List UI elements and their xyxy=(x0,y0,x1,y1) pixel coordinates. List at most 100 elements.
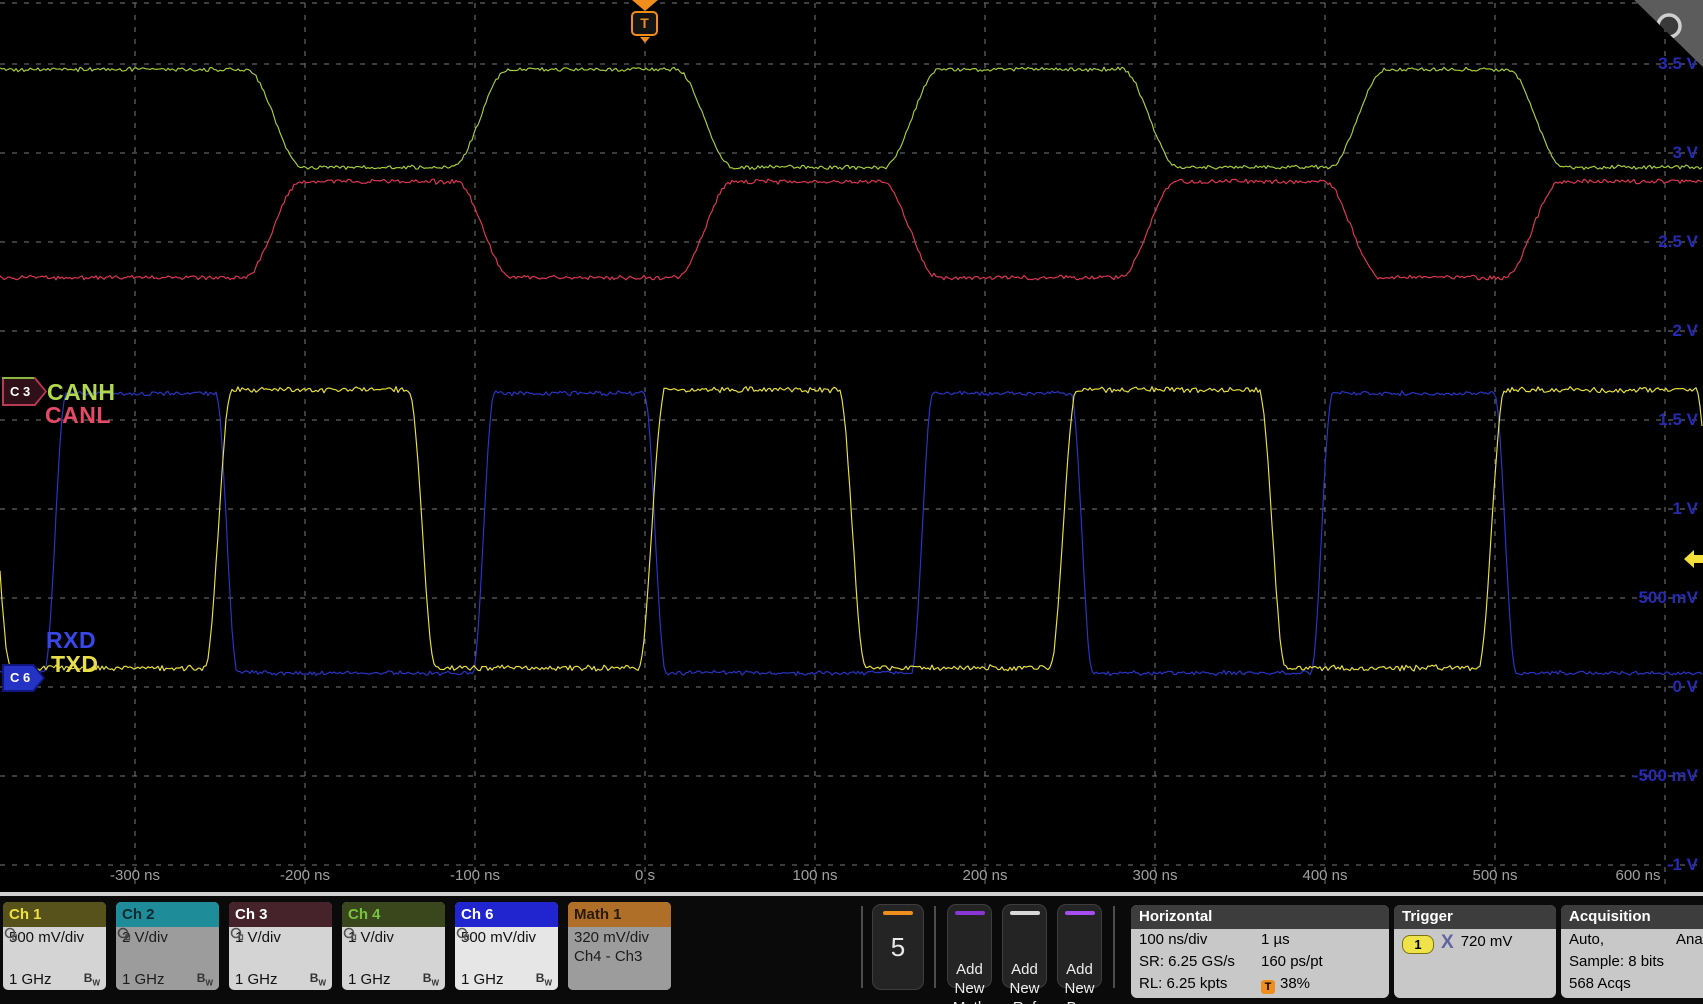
horizontal-panel-title: Horizontal xyxy=(1131,905,1389,929)
trigger-t-mini-icon: T xyxy=(1261,980,1275,994)
ch2-scale: 2 V/div xyxy=(122,929,213,946)
horizontal-scale: 100 ns/div xyxy=(1139,931,1207,948)
ch3-badge-title: Ch 3 xyxy=(229,902,332,927)
bandwidth-limit-icon: BW xyxy=(310,971,326,987)
add-ref-accent xyxy=(1010,911,1040,915)
acquisition-count: 568 Acqs xyxy=(1561,973,1703,995)
time-tick-label: 200 ns xyxy=(962,867,1007,884)
canl-label: CANL xyxy=(45,402,111,429)
voltage-tick-label: 500 mV xyxy=(1638,588,1698,608)
probe-icon xyxy=(461,946,552,966)
ch2-bandwidth: 1 GHz xyxy=(122,971,165,988)
math1-source: Ch4 - Ch3 xyxy=(574,948,665,965)
time-tick-label: 600 ns xyxy=(1615,867,1660,884)
time-tick-label: 500 ns xyxy=(1472,867,1517,884)
voltage-tick-label: -500 mV xyxy=(1633,766,1698,786)
channel-badge-ch3[interactable]: Ch 3 1 V/div 1 GHz BW xyxy=(229,902,332,990)
time-tick-label: -300 ns xyxy=(110,867,160,884)
record-length: RL: 6.25 kpts xyxy=(1139,975,1227,992)
acquisition-mode: Auto, xyxy=(1569,931,1604,948)
bandwidth-limit-icon: BW xyxy=(197,971,213,987)
trigger-level-value: 720 mV xyxy=(1461,933,1513,950)
button-5-label: 5 xyxy=(891,932,905,962)
c3-flag-label: C 3 xyxy=(10,377,30,406)
voltage-tick-label: 3.5 V xyxy=(1658,54,1698,74)
edge-trigger-icon: X xyxy=(1441,930,1454,956)
math1-badge-title: Math 1 xyxy=(568,902,671,927)
add-math-label: Add New Math xyxy=(953,961,986,1004)
probe-icon xyxy=(235,946,326,966)
bandwidth-limit-icon: BW xyxy=(84,971,100,987)
channel-flag-c3[interactable]: C 3 xyxy=(2,377,47,406)
voltage-tick-label: 2 V xyxy=(1672,321,1698,341)
channel-badge-ch6[interactable]: Ch 6 500 mV/div 1 GHzBW xyxy=(455,902,558,990)
probe-icon xyxy=(9,946,100,966)
ch6-badge-title: Ch 6 xyxy=(455,902,558,927)
toolbar-divider xyxy=(1113,906,1115,988)
acquisition-panel[interactable]: Acquisition Auto, Ana Sample: 8 bits 568… xyxy=(1561,905,1703,998)
add-bus-label: Add New Bus xyxy=(1064,961,1094,1004)
ch6-scale: 500 mV/div xyxy=(461,929,552,946)
add-new-ref-button[interactable]: Add New Ref xyxy=(1002,904,1047,988)
probe-icon xyxy=(348,946,439,966)
sample-interval: 160 ps/pt xyxy=(1261,951,1323,973)
ch1-scale: 500 mV/div xyxy=(9,929,100,946)
graticule-grid xyxy=(0,3,1703,888)
trace-canl xyxy=(0,179,1702,280)
time-tick-label: -200 ns xyxy=(280,867,330,884)
oscilloscope-screen: 3.5 V3 V2.5 V2 V1.5 V1 V500 mV0 V-500 mV… xyxy=(0,0,1703,1004)
add-ref-label: Add New Ref xyxy=(1009,961,1039,1004)
c6-flag-label: C 6 xyxy=(10,664,30,692)
bottom-bar: Ch 1 500 mV/div 1 GHz BW Ch 2 2 V/div 1 G… xyxy=(0,896,1703,1004)
ch4-badge-title: Ch 4 xyxy=(342,902,445,927)
trigger-percent-value: 38% xyxy=(1280,975,1310,992)
time-tick-label: 100 ns xyxy=(792,867,837,884)
channel-badge-ch1[interactable]: Ch 1 500 mV/div 1 GHz BW xyxy=(3,902,106,990)
voltage-tick-label: 2.5 V xyxy=(1658,232,1698,252)
voltage-tick-label: 3 V xyxy=(1672,143,1698,163)
ch1-badge-title: Ch 1 xyxy=(3,902,106,927)
time-tick-label: -100 ns xyxy=(450,867,500,884)
ch3-scale: 1 V/div xyxy=(235,929,326,946)
math1-scale: 320 mV/div xyxy=(574,929,665,946)
rxd-label: RXD xyxy=(46,627,96,654)
toolbar-divider xyxy=(934,906,936,988)
ch3-bandwidth: 1 GHz xyxy=(235,971,278,988)
ch4-scale: 1 V/div xyxy=(348,929,439,946)
txd-label: TXD xyxy=(51,651,99,678)
ch1-bandwidth: 1 GHz xyxy=(9,971,52,988)
horizontal-panel[interactable]: Horizontal 100 ns/div 1 µs SR: 6.25 GS/s… xyxy=(1131,905,1389,998)
button-5-accent xyxy=(883,911,913,915)
time-tick-label: 0 s xyxy=(635,867,655,884)
voltage-tick-label: 0 V xyxy=(1672,677,1698,697)
trigger-panel[interactable]: Trigger 1X 720 mV xyxy=(1394,905,1556,998)
sample-rate: SR: 6.25 GS/s xyxy=(1139,953,1235,970)
waveform-display xyxy=(0,0,1703,1004)
trace-rxd xyxy=(0,391,1702,676)
time-tick-label: 400 ns xyxy=(1302,867,1347,884)
trigger-t-icon: T xyxy=(631,11,658,36)
voltage-tick-label: 1.5 V xyxy=(1658,410,1698,430)
trigger-position-percent: T 38% xyxy=(1261,973,1310,995)
acquisition-panel-title: Acquisition xyxy=(1561,905,1703,929)
add-bus-accent xyxy=(1065,911,1095,915)
horizontal-window: 1 µs xyxy=(1261,929,1290,951)
bandwidth-limit-icon: BW xyxy=(423,971,439,987)
trigger-level-arrow-tail xyxy=(1693,555,1703,563)
ch2-badge-title: Ch 2 xyxy=(116,902,219,927)
trace-canh xyxy=(0,67,1702,169)
trigger-panel-title: Trigger xyxy=(1394,905,1556,929)
trigger-level-arrow-icon[interactable] xyxy=(1684,550,1703,568)
channel-flag-c6[interactable]: C 6 xyxy=(2,664,45,692)
acquisition-mode-right: Ana xyxy=(1676,929,1703,951)
add-new-math-button[interactable]: Add New Math xyxy=(947,904,992,988)
button-5[interactable]: 5 xyxy=(872,904,924,990)
math1-badge[interactable]: Math 1 320 mV/div Ch4 - Ch3 xyxy=(568,902,671,990)
bandwidth-limit-icon: BW xyxy=(536,971,552,987)
add-new-bus-button[interactable]: Add New Bus xyxy=(1057,904,1102,988)
trigger-source-badge: 1 xyxy=(1402,935,1434,954)
voltage-tick-label: -1 V xyxy=(1667,855,1698,875)
channel-badge-ch4[interactable]: Ch 4 1 V/div 1 GHzBW xyxy=(342,902,445,990)
add-math-accent xyxy=(955,911,985,915)
channel-badge-ch2[interactable]: Ch 2 2 V/div 1 GHz BW xyxy=(116,902,219,990)
